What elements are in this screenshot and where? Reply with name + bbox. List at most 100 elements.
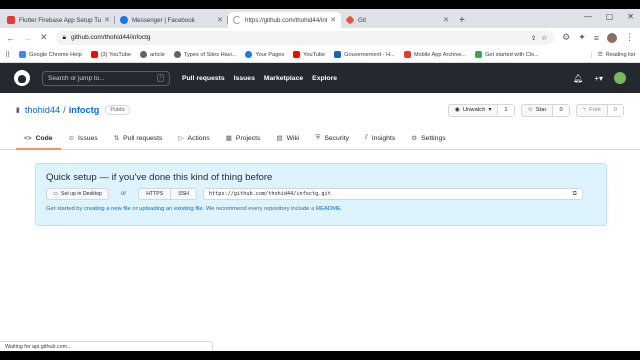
bookmark-label: Mobile App Archive... — [413, 51, 467, 58]
clone-url-value[interactable]: https://github.com/thohid44/infoctg.git — [209, 191, 331, 197]
readme-link[interactable]: README — [316, 206, 341, 212]
repo-owner-link[interactable]: thohid44 — [25, 105, 60, 115]
extension-icon[interactable]: ⚙ — [562, 32, 570, 43]
bookmark-item[interactable]: (3) YouTube — [90, 51, 131, 58]
close-icon[interactable]: ✕ — [104, 16, 110, 24]
stop-icon[interactable]: ✕ — [40, 32, 48, 43]
address-bar[interactable]: 🔒︎ github.com/thohid44/infoctg ⇪ ☆ — [55, 30, 555, 45]
archive-icon — [403, 51, 411, 58]
copy-icon[interactable]: ⧉ — [573, 190, 577, 198]
tab-label: Projects — [235, 134, 261, 142]
clone-url-field[interactable]: https://github.com/thohid44/infoctg.git … — [202, 188, 583, 200]
reading-list-label: Reading list — [605, 51, 635, 58]
fork-icon: ⑂ — [582, 107, 587, 113]
bookmarks-bar: ⠿ Google Chrome Help (3) YouTube article… — [0, 47, 640, 63]
visibility-badge: Public — [105, 105, 131, 115]
lock-icon[interactable]: 🔒︎ — [63, 34, 66, 42]
media-icon[interactable]: ≡ — [594, 33, 599, 43]
tab-git[interactable]: Git ✕ — [341, 12, 454, 28]
watch-count[interactable]: 1 — [498, 104, 514, 116]
search-shortcut-key: / — [156, 74, 164, 82]
bookmark-item[interactable]: Mobile App Archive... — [403, 51, 467, 58]
close-icon[interactable]: ✕ — [330, 16, 336, 24]
github-logo-icon[interactable] — [14, 70, 30, 86]
tab-code[interactable]: <> Code — [16, 127, 61, 150]
bookmark-item[interactable]: Gouvernement - H... — [334, 51, 395, 58]
tab-actions[interactable]: ▷ Actions — [170, 127, 217, 149]
repo-name-link[interactable]: infoctg — [69, 105, 100, 115]
help-text: Get started by — [46, 206, 85, 212]
menu-icon[interactable]: ⋮ — [625, 32, 634, 43]
plus-dropdown-icon[interactable]: +▾ — [594, 74, 603, 83]
bookmark-item[interactable]: Your Pages — [245, 51, 284, 58]
tab-security[interactable]: ⛨ Security — [307, 127, 356, 149]
nav-pull-requests[interactable]: Pull requests — [182, 75, 225, 82]
user-avatar[interactable] — [614, 72, 626, 84]
address-url[interactable]: github.com/thohid44/infoctg — [71, 34, 526, 41]
tab-title: https://github.com/thohid44/inf — [245, 16, 328, 24]
tab-messenger[interactable]: Messenger | Facebook ✕ — [115, 12, 228, 28]
star-label: Star — [535, 107, 547, 113]
ssh-button[interactable]: SSH — [170, 189, 196, 199]
bookmark-item[interactable]: Types of Sites Havi... — [173, 51, 236, 58]
nav-issues[interactable]: Issues — [234, 75, 255, 82]
reading-list[interactable]: ☰ Reading list — [590, 51, 635, 58]
repo-tabs: <> Code ⊙ Issues ⇅ Pull requests ▷ Actions ▦… — [16, 127, 624, 150]
star-count[interactable]: 0 — [553, 104, 569, 116]
nav-explore[interactable]: Explore — [312, 75, 337, 82]
quick-setup-help: Get started by creating a new file or up… — [46, 206, 596, 212]
close-icon[interactable]: ✕ — [443, 16, 449, 24]
code-icon: <> — [24, 134, 32, 142]
tab-projects[interactable]: ▦ Projects — [218, 127, 269, 149]
tab-flutter[interactable]: Flutter Firebase App Setup Tuto ✕ — [2, 12, 115, 28]
fork-count[interactable]: 0 — [607, 104, 623, 116]
help-text: . We recommend every repository include … — [202, 206, 316, 212]
tab-issues[interactable]: ⊙ Issues — [61, 127, 106, 149]
tab-pull-requests[interactable]: ⇅ Pull requests — [106, 127, 171, 149]
youtube-favicon-icon — [7, 16, 15, 24]
fork-button[interactable]: ⑂ Fork 0 — [575, 103, 624, 117]
puzzle-icon[interactable]: ✦ — [578, 32, 586, 43]
quick-setup-row: ▭ Set up in Desktop or HTTPS SSH https://… — [46, 188, 596, 200]
tab-wiki[interactable]: ▤ Wiki — [268, 127, 307, 149]
github-user-actions: 🔔︎ +▾ — [573, 72, 626, 84]
upload-file-link[interactable]: uploading an existing file — [139, 206, 203, 212]
bookmark-label: Gouvernement - H... — [344, 51, 395, 58]
bookmark-item[interactable]: article — [139, 51, 165, 58]
bookmark-item[interactable]: Google Chrome Help — [19, 51, 82, 58]
bookmark-label: Get started with Clo... — [485, 51, 539, 58]
tab-settings[interactable]: ⚙ Settings — [403, 127, 453, 149]
star-button[interactable]: ☆ Star 0 — [520, 103, 570, 117]
bell-icon[interactable]: 🔔︎ — [573, 74, 583, 83]
tab-github[interactable]: https://github.com/thohid44/inf ✕ — [228, 12, 341, 28]
new-tab-button[interactable]: + — [459, 12, 465, 28]
https-button[interactable]: HTTPS — [139, 189, 171, 199]
watch-button[interactable]: ◉ Unwatch ▾ 1 — [447, 103, 515, 117]
forward-icon[interactable]: → — [23, 33, 32, 43]
tab-insights[interactable]: ⫽ Insights — [357, 127, 403, 149]
maximize-icon[interactable]: ▢ — [606, 12, 614, 21]
bookmark-star-icon[interactable]: ☆ — [541, 34, 547, 42]
pull-request-icon: ⇅ — [113, 135, 120, 142]
nav-marketplace[interactable]: Marketplace — [264, 75, 303, 82]
window-controls: — ▢ ✕ — [584, 12, 634, 21]
bookmark-apps[interactable]: ⠿ — [5, 51, 10, 59]
close-icon[interactable]: ✕ — [217, 16, 223, 24]
globe-icon — [139, 51, 147, 58]
create-new-file-link[interactable]: creating a new file — [84, 206, 131, 212]
setup-desktop-button[interactable]: ▭ Set up in Desktop — [46, 188, 109, 200]
desktop-icon: ▭ — [53, 191, 58, 197]
close-window-icon[interactable]: ✕ — [627, 12, 634, 21]
github-header: Search or jump to... / Pull requests Iss… — [0, 63, 640, 93]
back-icon[interactable]: ← — [6, 33, 15, 43]
tab-label: Wiki — [286, 134, 300, 142]
minimize-icon[interactable]: — — [584, 12, 592, 21]
issue-icon: ⊙ — [68, 135, 75, 142]
bookmark-item[interactable]: YouTube — [293, 51, 325, 58]
tab-label: Pull requests — [123, 134, 163, 142]
profile-avatar[interactable] — [607, 32, 617, 43]
share-icon[interactable]: ⇪ — [531, 34, 536, 42]
repo-title-row: ▮ thohid44 / infoctg Public ◉ Unwatch ▾ 1 … — [16, 103, 624, 117]
bookmark-item[interactable]: Get started with Clo... — [475, 51, 539, 58]
search-input[interactable]: Search or jump to... / — [42, 70, 170, 86]
